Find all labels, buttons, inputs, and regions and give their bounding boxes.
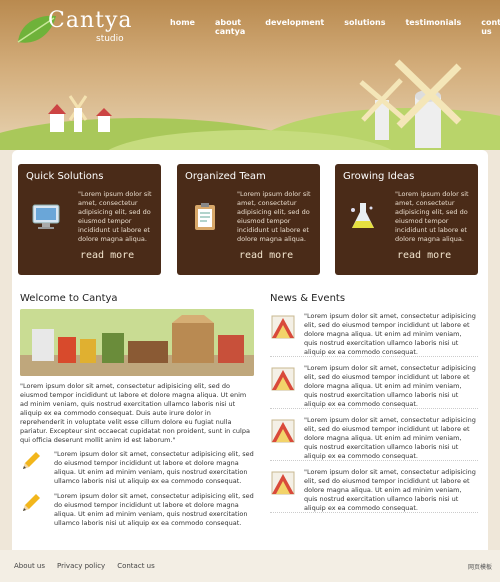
feature-box-title: Growing Ideas [343,171,415,182]
news-document-icon [271,315,295,339]
nav-solutions[interactable]: solutions [344,18,385,36]
footer: About us Privacy policy Contact us 网页模板 [0,550,500,582]
tip-text: "Lorem ipsum dolor sit amet, consectetur… [54,450,254,485]
feature-box-quick-solutions: Quick Solutions "Lorem ipsum dolor sit a… [18,164,161,275]
feature-box-text: "Lorem ipsum dolor sit amet, consectetur… [237,190,311,243]
footer-privacy-link[interactable]: Privacy policy [57,562,105,570]
news-item: "Lorem ipsum dolor sit amet, consectetur… [270,412,478,461]
feature-box-text: "Lorem ipsum dolor sit amet, consectetur… [78,190,152,243]
monitor-icon [32,204,60,229]
footer-links: About us Privacy policy Contact us [14,562,167,570]
news-item: "Lorem ipsum dolor sit amet, consectetur… [270,360,478,409]
feature-box-organized-team: Organized Team "Lorem ipsum dolor sit am… [177,164,320,275]
welcome-title: Welcome to Cantya [20,293,118,304]
news-document-icon [271,471,295,495]
feature-box-title: Quick Solutions [26,171,104,182]
news-text: "Lorem ipsum dolor sit amet, consectetur… [304,364,476,408]
pencil-icon [23,452,40,469]
footer-credit: 网页模板 [467,564,492,571]
main-nav: home about cantya development solutions … [170,18,500,36]
header: Cantya studio home about cantya developm… [0,0,500,150]
windmill-icon [48,95,112,132]
windmill-icon [359,59,462,148]
news-text: "Lorem ipsum dolor sit amet, consectetur… [304,416,476,460]
read-more-link[interactable]: read more [397,250,451,261]
nav-contact[interactable]: contact us [481,18,500,36]
clipboard-icon [195,203,215,230]
nav-home[interactable]: home [170,18,195,36]
news-title: News & Events [270,293,346,304]
nav-about[interactable]: about cantya [215,18,245,36]
pencil-icon [23,494,40,511]
news-document-icon [271,367,295,391]
nav-development[interactable]: development [265,18,324,36]
welcome-text: "Lorem ipsum dolor sit amet, consectetur… [20,382,250,444]
news-item: "Lorem ipsum dolor sit amet, consectetur… [270,464,478,513]
logo-title[interactable]: Cantya [48,8,133,33]
read-more-link[interactable]: read more [239,250,293,261]
content-panel: Quick Solutions "Lorem ipsum dolor sit a… [12,150,488,550]
logo-subtitle: studio [96,34,124,44]
feature-box-growing-ideas: Growing Ideas "Lorem ipsum dolor sit ame… [335,164,478,275]
news-text: "Lorem ipsum dolor sit amet, consectetur… [304,312,476,356]
news-document-icon [271,419,295,443]
news-item: "Lorem ipsum dolor sit amet, consectetur… [270,308,478,357]
nav-testimonials[interactable]: testimonials [405,18,461,36]
flask-icon [351,203,374,228]
tip-text: "Lorem ipsum dolor sit amet, consectetur… [54,492,254,527]
feature-box-title: Organized Team [185,171,266,182]
footer-about-link[interactable]: About us [14,562,45,570]
welcome-image [20,309,254,376]
feature-box-text: "Lorem ipsum dolor sit amet, consectetur… [395,190,469,243]
read-more-link[interactable]: read more [80,250,134,261]
desk-items-illustration [20,309,254,376]
footer-contact-link[interactable]: Contact us [117,562,155,570]
news-text: "Lorem ipsum dolor sit amet, consectetur… [304,468,476,512]
